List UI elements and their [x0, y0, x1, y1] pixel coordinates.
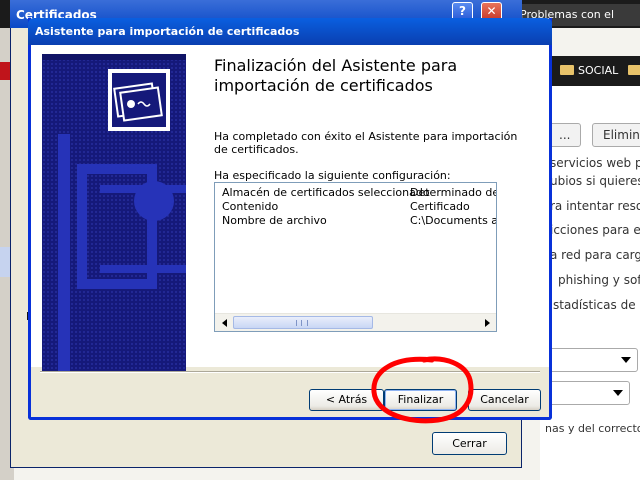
config-value: Certificado — [410, 200, 470, 213]
folder-icon — [560, 65, 574, 75]
browser-text-line: ubios si quieres. — [550, 174, 640, 188]
horizontal-scrollbar[interactable] — [215, 313, 496, 331]
bookmark-folder-partial[interactable] — [628, 56, 640, 86]
grip-icon — [296, 320, 308, 326]
config-value: Determinado de fo — [410, 186, 496, 199]
browser-text-line: ra intentar reso — [550, 199, 640, 213]
config-key: Almacén de certificados seleccionado — [222, 186, 430, 199]
config-key: Nombre de archivo — [222, 214, 327, 227]
browser-text-line: servicios web p — [550, 156, 640, 170]
left-red-marker — [0, 62, 10, 80]
back-button[interactable]: < Atrás — [309, 389, 384, 411]
config-summary-list[interactable]: Almacén de certificados seleccionado Det… — [214, 182, 497, 332]
finish-button[interactable]: Finalizar — [384, 389, 457, 411]
browser-text-line: stadísticas de — [553, 298, 636, 312]
wizard-banner-image — [42, 54, 186, 372]
browser-text-line: icciones para e — [550, 223, 640, 237]
bookmark-folder-social[interactable]: SOCIAL — [560, 56, 618, 86]
browser-select[interactable] — [548, 381, 630, 405]
browser-button-ellipsis[interactable]: ... — [548, 123, 582, 147]
browser-text-line: phishing y sof — [558, 273, 640, 287]
cancel-button[interactable]: Cancelar — [468, 389, 541, 411]
wizard-title-bar: Asistente para importación de certificad… — [28, 18, 552, 45]
scroll-right-icon[interactable] — [485, 319, 490, 327]
wizard-completed-text: Ha completado con éxito el Asistente par… — [214, 130, 518, 156]
certificate-banner-graphic — [42, 54, 186, 372]
scrollbar-thumb[interactable] — [233, 316, 373, 329]
browser-select[interactable] — [548, 348, 638, 372]
scroll-left-icon[interactable] — [222, 319, 227, 327]
config-key: Contenido — [222, 200, 279, 213]
chevron-down-icon — [613, 390, 623, 396]
browser-button-delete[interactable]: Elimin — [592, 123, 640, 147]
bookmark-folder-label: SOCIAL — [578, 64, 619, 77]
browser-text-line: a red para carg — [550, 248, 640, 262]
config-value: C:\Documents and — [410, 214, 496, 227]
config-summary-label: Ha especificado la siguiente configuraci… — [214, 169, 451, 182]
wizard-heading: Finalización del Asistente para importac… — [214, 56, 458, 95]
button-separator — [40, 371, 540, 373]
folder-icon — [628, 65, 640, 75]
close-dialog-button[interactable]: Cerrar — [432, 432, 507, 455]
chevron-down-icon — [621, 357, 631, 363]
browser-text-line: nas y del corrector or — [545, 422, 640, 435]
